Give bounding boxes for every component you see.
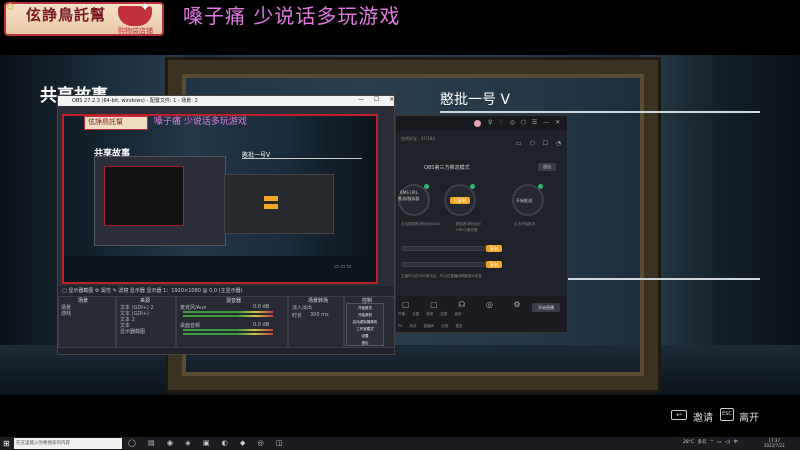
obs-window-title: OBS 27.2.3 (64-bit, windows) - 配置文件: 1 -… xyxy=(72,98,198,104)
mixer-channel-label: 桌面音频 xyxy=(180,323,201,329)
leave-button[interactable]: 离开 xyxy=(739,409,759,424)
mixer-header: 混音器 xyxy=(226,298,242,304)
bottom-label[interactable]: PK xyxy=(398,324,402,328)
obs-menubar[interactable] xyxy=(58,106,394,113)
step-rms-label: RMS URL xyxy=(400,190,418,195)
preview-divider xyxy=(242,158,362,159)
divider-line xyxy=(440,111,760,113)
assistant-toolbar-icons[interactable]: ▭ ⬡ ☐ ◔ ⤴ xyxy=(516,138,567,147)
mixer-level: 0.0 dB xyxy=(253,322,270,328)
bottom-label[interactable]: 玩法 xyxy=(410,324,417,328)
paw-icon: ✿ xyxy=(6,2,15,13)
volume-meter xyxy=(183,315,273,317)
preview-nested-button xyxy=(264,196,278,201)
assistant-note: 主播可以在OBS推流后，可以在直播间获取观众信息 xyxy=(401,274,482,278)
start-live-button[interactable]: 开始直播 xyxy=(532,303,560,312)
scene-item[interactable]: 游戏 xyxy=(61,310,71,317)
transitions-header: 场景转场 xyxy=(308,298,329,304)
preview-nested-button xyxy=(264,204,278,209)
taskbar-clock[interactable]: 17:37 2022/7/23 xyxy=(764,438,785,448)
obs-mode-label: OBS第三方推流模式 xyxy=(424,165,470,171)
player-name-dropdown[interactable]: 憨批一号 ᐯ xyxy=(440,89,510,109)
bottom-label[interactable]: 直播间 xyxy=(424,324,435,328)
server-url-field[interactable] xyxy=(401,246,487,251)
exit-button[interactable]: 退出 xyxy=(347,340,383,346)
sources-header: 来源 xyxy=(140,298,151,304)
step-caption: OBS中服务器 xyxy=(456,228,478,232)
step-status-dot xyxy=(538,184,543,189)
copy-key-button[interactable]: 复制 xyxy=(486,261,502,268)
preview-buttons: ▭ ▭ ▭ xyxy=(334,264,352,270)
channel-logo-subtext: 购物袋店铺 xyxy=(118,27,153,35)
start-stream-button[interactable]: 开始推流 xyxy=(347,305,383,311)
titlebar-icons[interactable]: ♀ ♡ ◎ ⬡ ☰ — ✕ xyxy=(488,119,562,126)
invite-icon[interactable]: ↩ xyxy=(671,410,687,420)
stream-title: 嗓子痛 少说话多玩游戏 xyxy=(183,4,401,28)
assistant-bottom-labels: 开播 设置 美颜 连麦 装扮 xyxy=(398,312,462,317)
channel-logo-text: 伭諍鳥託幫 xyxy=(26,6,107,24)
transition-select[interactable]: 淡入淡出 xyxy=(292,304,312,311)
copy-server-button[interactable]: 复制 xyxy=(486,245,502,252)
bottom-label[interactable]: 开播 xyxy=(398,312,405,316)
scenes-header: 场景 xyxy=(78,298,89,304)
settings-button[interactable]: 设置 xyxy=(347,333,383,339)
mixer-channel-label: 麦克风/Aux xyxy=(180,305,207,311)
bottom-label[interactable]: 礼物 xyxy=(441,324,448,328)
preview-floor xyxy=(64,256,376,282)
curtain-right xyxy=(640,55,800,395)
system-tray[interactable]: 28°C 多云 ^ ▭ ◁) 中 xyxy=(683,439,738,445)
controls-menu[interactable]: 开始推流 开始录制 启动虚拟摄像机 工作室模式 设置 退出 xyxy=(346,303,384,346)
step-caption: 点击开始推流 xyxy=(514,222,535,226)
assistant-bottom-labels-2: PK 玩法 直播间 礼物 更多 xyxy=(398,324,462,329)
step-caption: 粘贴推流地址到 xyxy=(456,222,481,226)
preview-logo-text: 伭諍鳥託幫 xyxy=(88,118,123,126)
live-assistant-window[interactable]: ♀ ♡ ◎ ⬡ ☰ — ✕ 在线好友 · 47/184 ▭ ⬡ ☐ ◔ ⤴ OB… xyxy=(395,115,568,333)
studio-mode-button[interactable]: 工作室模式 xyxy=(347,326,383,332)
transition-duration-input[interactable]: 300 ms xyxy=(310,312,329,318)
volume-meter xyxy=(183,333,273,335)
avatar[interactable] xyxy=(474,120,481,127)
bone-icon: ✦ xyxy=(140,0,151,14)
invite-button[interactable]: 邀请 xyxy=(693,409,713,424)
obs-preview[interactable]: 伭諍鳥託幫 嗓子痛 少说话多玩游戏 共享故事 憨批一号ᐯ ▭ ▭ ▭ xyxy=(62,114,378,284)
assistant-bottom-icons[interactable]: ▢ ▢ ☊ ◎ ⚙ xyxy=(402,300,530,309)
copied-button[interactable]: 已复制 xyxy=(450,197,470,204)
esc-key-icon[interactable]: ESC xyxy=(720,408,734,421)
preview-title: 嗓子痛 少说话多玩游戏 xyxy=(154,117,247,127)
divider-line xyxy=(565,278,760,280)
mixer-level: 0.0 dB xyxy=(253,304,270,310)
step-rms-sublabel: 推流/服务器 xyxy=(398,196,420,201)
windows-start-icon[interactable]: ⊞ xyxy=(3,439,10,448)
step-status-dot xyxy=(470,184,475,189)
step-caption: 点击复制推流地址到OBS xyxy=(401,222,440,226)
bottom-label[interactable]: 连麦 xyxy=(440,312,447,316)
window-controls[interactable]: — ☐ ✕ xyxy=(358,96,394,103)
virtual-camera-button[interactable]: 启动虚拟摄像机 xyxy=(347,319,383,325)
step-status-dot xyxy=(424,184,429,189)
exit-mode-button[interactable]: 退出 xyxy=(538,163,556,171)
obs-source-toolbar-text: ▢ 显示器截图 ⚙ 属性 ✎ 滤镜 显示器 显示器 1：1920×1080 @ … xyxy=(62,288,243,294)
taskbar-app-icons[interactable]: ◯ ▤ ◉ ◈ ▣ ◐ ◆ ◎ ◫ xyxy=(128,439,288,447)
step-start-label: 开始推流 xyxy=(516,198,532,203)
stream-key-field[interactable] xyxy=(401,262,487,267)
preview-nested-app xyxy=(224,174,334,234)
bottom-label[interactable]: 更多 xyxy=(455,324,462,328)
obs-window[interactable]: OBS 27.2.3 (64-bit, windows) - 配置文件: 1 -… xyxy=(57,95,395,355)
bottom-label[interactable]: 装扮 xyxy=(455,312,462,316)
source-item[interactable]: 显示器截图 xyxy=(120,328,145,335)
clock-date: 2022/7/23 xyxy=(764,443,785,448)
taskbar-search-placeholder: 在这里输入你要搜索的内容 xyxy=(16,441,70,446)
preview-nested-preview xyxy=(104,166,184,226)
bottom-label[interactable]: 美颜 xyxy=(426,312,433,316)
bottom-label[interactable]: 设置 xyxy=(412,312,419,316)
transition-duration-label: 时长 xyxy=(292,313,303,319)
start-recording-button[interactable]: 开始录制 xyxy=(347,312,383,318)
assistant-subinfo: 在线好友 · 47/184 xyxy=(401,136,435,141)
volume-meter xyxy=(183,311,273,313)
volume-meter xyxy=(183,329,273,331)
